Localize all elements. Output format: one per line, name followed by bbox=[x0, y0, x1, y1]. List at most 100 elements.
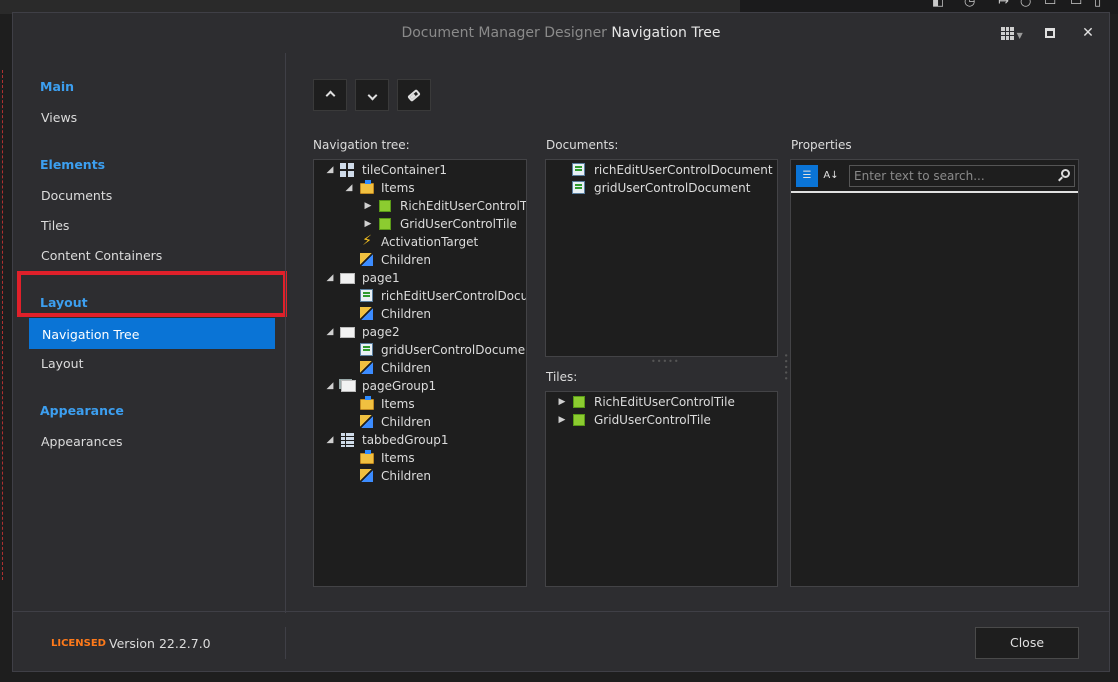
background-selection-mark bbox=[2, 70, 3, 580]
tree-node-label: tileContainer1 bbox=[362, 163, 448, 177]
collapsed-arrow-icon[interactable]: ▶ bbox=[363, 215, 373, 233]
tree-node-label: GridUserControlTile bbox=[400, 217, 517, 231]
tile-icon bbox=[379, 200, 391, 212]
background-icon: ▭ bbox=[1070, 0, 1083, 9]
property-grid-separator bbox=[791, 191, 1078, 193]
sidebar-item-documents[interactable]: Documents bbox=[41, 188, 112, 203]
horizontal-splitter-grip[interactable]: ••••• bbox=[651, 357, 680, 366]
tree-node-label: Children bbox=[381, 415, 431, 429]
list-item-label: gridUserControlDocument bbox=[594, 181, 751, 195]
tile-icon bbox=[379, 218, 391, 230]
property-grid: ☰ A↓ Enter text to search... bbox=[790, 159, 1079, 587]
collapsed-arrow-icon[interactable]: ▶ bbox=[363, 197, 373, 215]
tree-node-label: Items bbox=[381, 397, 415, 411]
tree-node-label: Items bbox=[381, 451, 415, 465]
categorized-view-button[interactable]: ☰ bbox=[796, 165, 818, 187]
documents-list: richEditUserControlDocument gridUserCont… bbox=[545, 159, 778, 357]
background-icon: ○ bbox=[1020, 0, 1032, 9]
page-icon bbox=[340, 273, 355, 284]
expanded-arrow-icon[interactable]: ◢ bbox=[325, 161, 335, 179]
maximize-icon bbox=[1045, 28, 1055, 38]
children-icon bbox=[360, 469, 373, 482]
items-folder-icon bbox=[360, 450, 374, 464]
footer-separator bbox=[285, 627, 286, 659]
tree-node-label: richEditUserControlDocume bbox=[381, 289, 527, 303]
layout-menu-button[interactable]: ▼ bbox=[997, 23, 1027, 43]
tree-node-label: tabbedGroup1 bbox=[362, 433, 449, 447]
sidebar-item-appearances[interactable]: Appearances bbox=[41, 434, 123, 449]
document-icon bbox=[360, 289, 373, 302]
tree-node-label: Children bbox=[381, 361, 431, 375]
window-title-main: Navigation Tree bbox=[611, 25, 721, 41]
chevron-down-icon: ▼ bbox=[1014, 31, 1023, 40]
collapsed-arrow-icon[interactable]: ▶ bbox=[557, 411, 567, 429]
sidebar-item-layout[interactable]: Layout bbox=[41, 356, 84, 371]
items-folder-icon bbox=[360, 396, 374, 410]
licensed-badge: LICENSED bbox=[51, 638, 106, 649]
tree-node-label: Children bbox=[381, 253, 431, 267]
window-title: Document Manager Designer Navigation Tre… bbox=[13, 25, 1109, 41]
sidebar: Main Views Elements Documents Tiles Cont… bbox=[13, 53, 285, 613]
sidebar-item-content-containers[interactable]: Content Containers bbox=[41, 248, 162, 263]
tree-node-label: Children bbox=[381, 469, 431, 483]
eraser-icon bbox=[407, 88, 421, 103]
sidebar-item-views[interactable]: Views bbox=[41, 110, 77, 125]
documents-label: Documents: bbox=[546, 138, 619, 152]
selection-highlight-box bbox=[17, 271, 287, 317]
tree-node-label: pageGroup1 bbox=[362, 379, 437, 393]
background-icon: ◷ bbox=[964, 0, 976, 9]
vertical-splitter-grip[interactable]: ••••• bbox=[781, 353, 790, 382]
expanded-arrow-icon[interactable]: ◢ bbox=[325, 269, 335, 287]
move-up-button[interactable] bbox=[313, 79, 347, 111]
tile-icon bbox=[573, 414, 585, 426]
background-icon: ▯ bbox=[1094, 0, 1102, 9]
sidebar-item-navigation-tree[interactable]: Navigation Tree bbox=[29, 318, 275, 349]
lightning-icon: ⚡ bbox=[362, 233, 372, 249]
document-icon bbox=[572, 163, 585, 176]
group-appearance: Appearance bbox=[40, 403, 124, 418]
close-icon: ✕ bbox=[1082, 25, 1094, 41]
clear-button[interactable] bbox=[397, 79, 431, 111]
list-item-label: GridUserControlTile bbox=[594, 413, 711, 427]
tree-node-label: ActivationTarget bbox=[381, 235, 479, 249]
expanded-arrow-icon[interactable]: ◢ bbox=[325, 431, 335, 449]
expanded-arrow-icon[interactable]: ◢ bbox=[325, 377, 335, 395]
alphabetical-sort-button[interactable]: A↓ bbox=[820, 165, 842, 187]
group-elements: Elements bbox=[40, 157, 106, 172]
maximize-button[interactable] bbox=[1039, 23, 1061, 43]
categorized-icon: ☰ bbox=[802, 170, 812, 181]
background-icon: ▭ bbox=[1044, 0, 1057, 9]
list-item-label: RichEditUserControlTile bbox=[594, 395, 735, 409]
property-search-input[interactable]: Enter text to search... bbox=[849, 165, 1075, 187]
tree-node-label: Children bbox=[381, 307, 431, 321]
sidebar-item-tiles[interactable]: Tiles bbox=[41, 218, 69, 233]
chevron-down-icon bbox=[367, 90, 377, 101]
close-window-button[interactable]: ✕ bbox=[1077, 23, 1099, 43]
tile-container-icon bbox=[340, 163, 354, 177]
close-button[interactable]: Close bbox=[975, 627, 1079, 659]
collapsed-arrow-icon[interactable]: ▶ bbox=[557, 393, 567, 411]
chevron-up-icon bbox=[325, 90, 335, 101]
children-icon bbox=[360, 253, 373, 266]
tile-icon bbox=[573, 396, 585, 408]
search-icon[interactable] bbox=[1061, 169, 1070, 178]
document-icon bbox=[360, 343, 373, 356]
list-item-label: richEditUserControlDocument bbox=[594, 163, 773, 177]
items-folder-icon bbox=[360, 180, 374, 194]
footer-divider bbox=[13, 611, 1109, 612]
navigation-tree-label: Navigation tree: bbox=[313, 138, 410, 152]
document-icon bbox=[572, 181, 585, 194]
tabbed-group-icon bbox=[341, 433, 354, 447]
sidebar-divider bbox=[285, 53, 286, 613]
tree-node-label: page1 bbox=[362, 271, 400, 285]
title-bar: Document Manager Designer Navigation Tre… bbox=[13, 13, 1109, 53]
tree-node-label: gridUserControlDocument bbox=[381, 343, 527, 357]
tiles-label: Tiles: bbox=[546, 370, 578, 384]
sort-az-icon: A↓ bbox=[823, 170, 839, 181]
group-main: Main bbox=[40, 79, 75, 94]
expanded-arrow-icon[interactable]: ◢ bbox=[344, 179, 354, 197]
expanded-arrow-icon[interactable]: ◢ bbox=[325, 323, 335, 341]
move-down-button[interactable] bbox=[355, 79, 389, 111]
tree-node-label: page2 bbox=[362, 325, 400, 339]
page-icon bbox=[340, 327, 355, 338]
